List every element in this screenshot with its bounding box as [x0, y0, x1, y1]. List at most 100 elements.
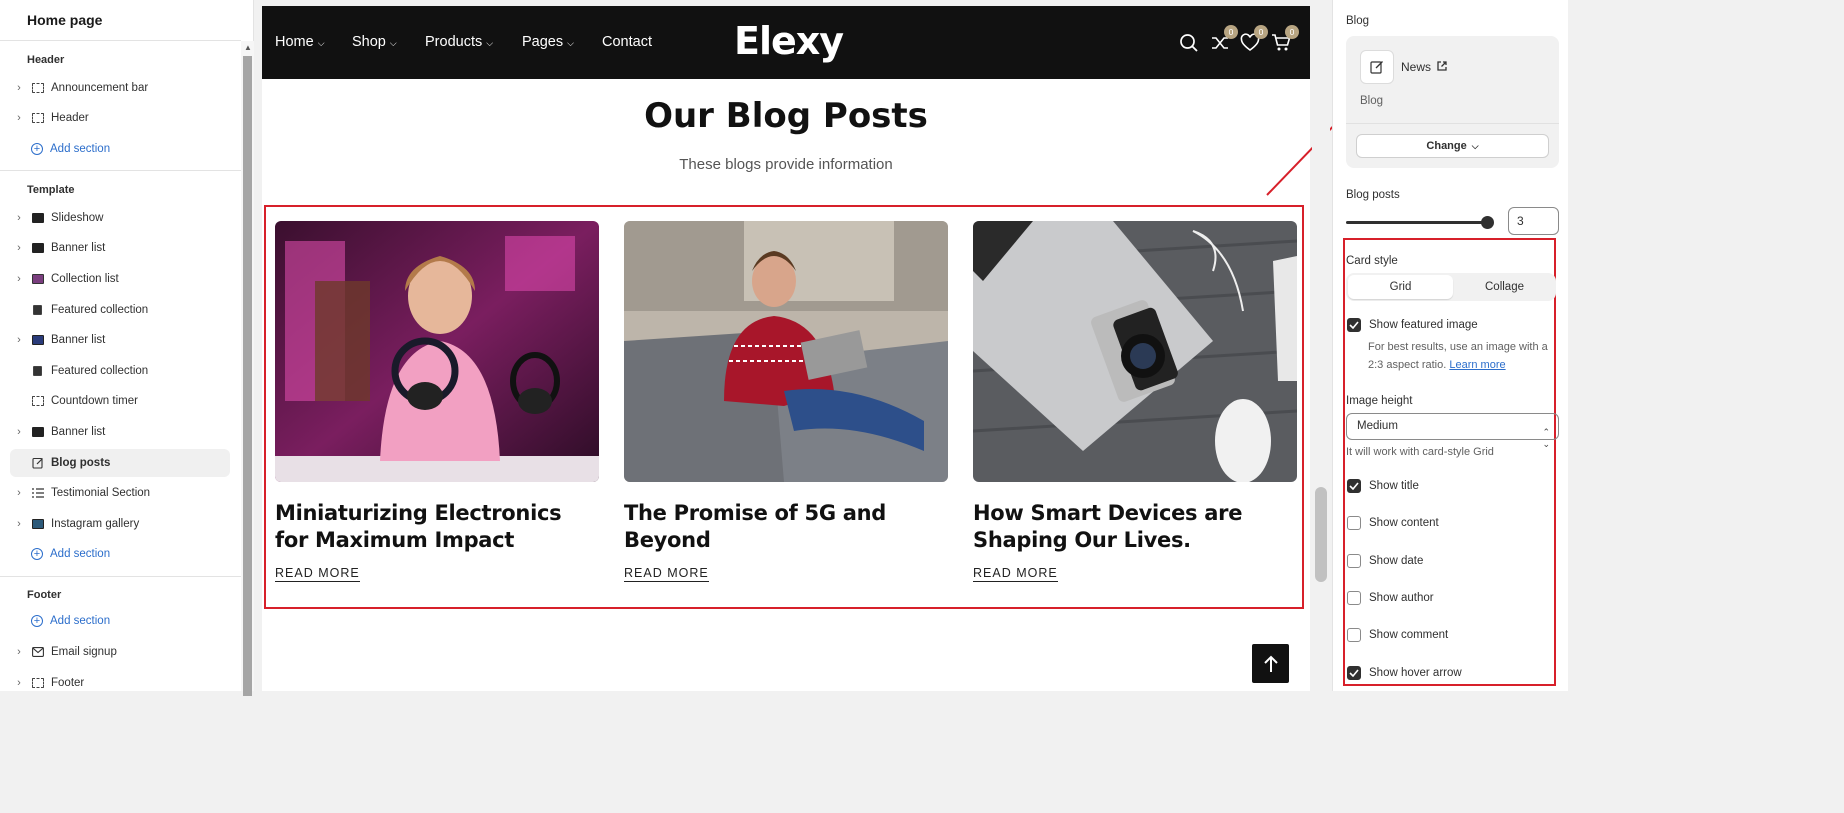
section-banner-list[interactable]: › Banner list	[10, 234, 230, 262]
blog-posts-number-input[interactable]: 3	[1508, 207, 1559, 235]
read-more-link[interactable]: READ MORE	[624, 566, 709, 582]
section-slideshow[interactable]: › Slideshow	[10, 204, 230, 232]
card-style-grid[interactable]: Grid	[1348, 275, 1453, 299]
image-height-label: Image height	[1346, 395, 1413, 407]
section-banner-list[interactable]: › Banner list	[10, 326, 230, 354]
checkbox-empty-icon	[1347, 554, 1361, 568]
blog-image-girl-headphones[interactable]	[275, 221, 599, 482]
section-instagram-gallery[interactable]: › Instagram gallery	[10, 510, 230, 538]
show-hover-arrow-checkbox[interactable]: Show hover arrow	[1347, 666, 1462, 680]
section-blog-posts[interactable]: Blog posts	[10, 449, 230, 477]
blog-card[interactable]: Miniaturizing Electronics for Maximum Im…	[275, 221, 599, 582]
show-title-checkbox[interactable]: Show title	[1347, 479, 1419, 493]
chevron-down-icon: ⌵	[1471, 140, 1479, 151]
plus-circle-icon: +	[31, 548, 43, 560]
section-countdown-timer[interactable]: Countdown timer	[10, 387, 230, 415]
chevron-right-icon[interactable]: ›	[13, 112, 25, 124]
checkmark-icon[interactable]	[1347, 318, 1361, 332]
collection-list-icon	[31, 273, 44, 285]
show-content-checkbox[interactable]: Show content	[1347, 516, 1439, 530]
chevron-down-icon: ⌵	[317, 38, 325, 48]
scroll-up-icon[interactable]: ▲	[244, 43, 252, 52]
section-featured-collection[interactable]: Featured collection	[10, 357, 230, 385]
section-email-signup[interactable]: › Email signup	[10, 638, 230, 666]
chevron-right-icon[interactable]: ›	[13, 518, 25, 530]
change-blog-button[interactable]: Change ⌵	[1356, 134, 1549, 158]
slider-handle[interactable]	[1481, 215, 1494, 229]
nav-products[interactable]: Products ⌵	[425, 34, 493, 50]
add-section-footer-button[interactable]: + Add section	[10, 607, 230, 635]
sidebar-scrollbar[interactable]: ▲	[241, 41, 254, 696]
image-height-help-text: It will work with card-style Grid	[1346, 446, 1494, 458]
card-style-collage[interactable]: Collage	[1453, 275, 1556, 299]
group-template-label: Template	[27, 184, 75, 196]
blog-card[interactable]: How Smart Devices are Shaping Our Lives.…	[973, 221, 1297, 582]
scrollbar-thumb[interactable]	[1315, 487, 1327, 582]
chevron-right-icon[interactable]: ›	[13, 334, 25, 346]
chevron-right-icon[interactable]: ›	[13, 242, 25, 254]
section-testimonial[interactable]: › Testimonial Section	[10, 479, 230, 507]
blog-edit-icon	[31, 457, 44, 469]
section-header[interactable]: › Header	[10, 104, 230, 132]
blog-posts-slider[interactable]	[1346, 215, 1494, 229]
search-icon[interactable]	[1179, 33, 1199, 53]
blog-image-camera-desk[interactable]	[973, 221, 1297, 482]
show-date-checkbox[interactable]: Show date	[1347, 554, 1423, 568]
blog-card-title[interactable]: How Smart Devices are Shaping Our Lives.	[973, 500, 1297, 554]
learn-more-link[interactable]: Learn more	[1449, 359, 1505, 371]
image-height-select[interactable]: Medium ⌃ ⌄	[1346, 413, 1559, 449]
blog-name-link[interactable]: News	[1401, 60, 1448, 74]
blog-card[interactable]: The Promise of 5G and Beyond READ MORE	[624, 221, 948, 582]
read-more-link[interactable]: READ MORE	[275, 566, 360, 582]
list-icon	[31, 487, 44, 499]
chevron-right-icon[interactable]: ›	[13, 646, 25, 658]
chevron-right-icon[interactable]: ›	[13, 487, 25, 499]
show-comment-checkbox[interactable]: Show comment	[1347, 628, 1448, 642]
page-title: Home page	[27, 12, 103, 28]
nav-pages[interactable]: Pages ⌵	[522, 34, 574, 50]
blog-card-title[interactable]: Miniaturizing Electronics for Maximum Im…	[275, 500, 599, 554]
slideshow-icon	[31, 212, 44, 224]
checkbox-empty-icon	[1347, 628, 1361, 642]
show-featured-image-checkbox[interactable]: Show featured image	[1347, 318, 1478, 332]
email-icon	[31, 646, 44, 658]
scrollbar-thumb[interactable]	[243, 56, 252, 696]
blog-image-man-laptop[interactable]	[624, 221, 948, 482]
add-section-template-button[interactable]: + Add section	[10, 540, 230, 568]
nav-contact[interactable]: Contact	[602, 34, 652, 50]
chevron-down-icon: ⌵	[567, 38, 574, 48]
read-more-link[interactable]: READ MORE	[973, 566, 1058, 582]
arrow-up-icon	[1263, 655, 1278, 672]
chevron-right-icon[interactable]: ›	[13, 273, 25, 285]
plus-circle-icon: +	[31, 615, 43, 627]
store-logo[interactable]: Elexy	[734, 19, 844, 63]
add-section-header-button[interactable]: + Add section	[10, 135, 230, 163]
show-author-checkbox[interactable]: Show author	[1347, 591, 1434, 605]
blog-card-title[interactable]: The Promise of 5G and Beyond	[624, 500, 948, 554]
section-banner-list[interactable]: › Banner list	[10, 418, 230, 446]
featured-image-help-text: For best results, use an image with a 2:…	[1368, 341, 1548, 371]
chevron-right-icon[interactable]: ›	[13, 426, 25, 438]
chevron-right-icon[interactable]: ›	[13, 677, 25, 689]
compare-icon[interactable]: 0	[1210, 25, 1238, 53]
section-announcement-bar[interactable]: › Announcement bar	[10, 74, 230, 102]
wishlist-icon[interactable]: 0	[1240, 25, 1268, 53]
announcement-bar-icon	[31, 82, 44, 94]
divider	[0, 40, 241, 41]
section-footer[interactable]: › Footer	[10, 669, 230, 697]
chevron-right-icon[interactable]: ›	[13, 212, 25, 224]
section-featured-collection[interactable]: Featured collection	[10, 296, 230, 324]
footer-icon	[31, 677, 44, 689]
section-collection-list[interactable]: › Collection list	[10, 265, 230, 293]
divider	[0, 576, 241, 577]
back-to-top-button[interactable]	[1252, 644, 1289, 683]
chevron-right-icon[interactable]: ›	[13, 82, 25, 94]
preview-scrollbar[interactable]	[1312, 0, 1330, 691]
banner-list-icon	[31, 334, 44, 346]
gallery-icon	[31, 518, 44, 530]
divider	[1346, 123, 1559, 124]
cart-icon[interactable]: 0	[1271, 25, 1299, 53]
nav-shop[interactable]: Shop ⌵	[352, 34, 397, 50]
nav-home[interactable]: Home ⌵	[275, 34, 325, 50]
group-footer-label: Footer	[27, 589, 62, 601]
